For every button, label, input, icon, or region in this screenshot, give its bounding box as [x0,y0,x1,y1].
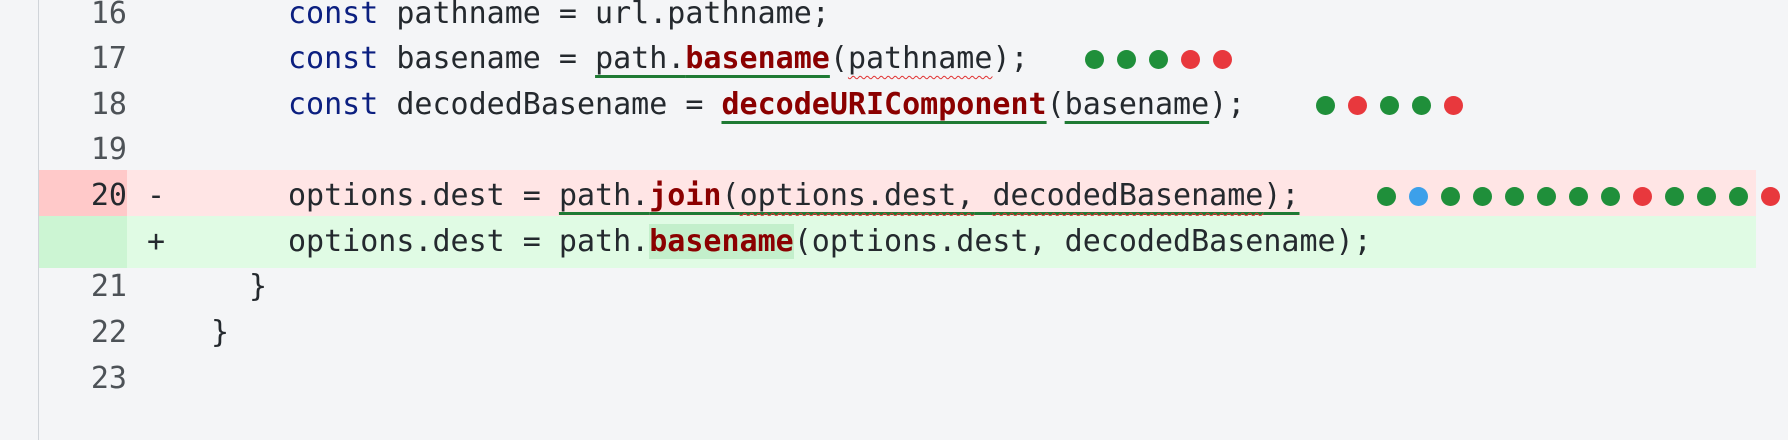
line-number: 23 [90,361,127,396]
good-status-dot[interactable] [1569,186,1588,206]
code-text: } [249,269,268,304]
code-text: options.dest = path.join(options.dest, d… [288,178,1300,213]
good-status-dot[interactable] [1085,49,1104,69]
good-status-dot[interactable] [1149,49,1168,69]
code-line-19: 19 [39,124,1756,176]
good-status-dot[interactable] [1117,49,1136,69]
diff-minus-marker: - [146,178,166,213]
good-status-dot[interactable] [1380,95,1399,115]
code-line-21: 21 } [39,261,1756,313]
diff-code-viewer: 16 const pathname = url.pathname; 17 con… [0,0,1788,440]
good-status-dot[interactable] [1697,186,1716,206]
good-status-dot[interactable] [1665,186,1684,206]
bad-status-dot[interactable] [1181,49,1200,69]
bad-status-dot[interactable] [1213,49,1232,69]
good-status-dot[interactable] [1537,186,1556,206]
good-status-dot[interactable] [1412,95,1431,115]
neutral-status-dot[interactable] [1409,186,1428,206]
line-number: 19 [90,132,127,167]
bad-status-dot[interactable] [1633,186,1652,206]
good-status-dot[interactable] [1505,186,1524,206]
good-status-dot[interactable] [1473,186,1492,206]
bad-status-dot[interactable] [1761,186,1780,206]
good-status-dot[interactable] [1601,186,1620,206]
line-number: 22 [90,315,127,350]
good-status-dot[interactable] [1316,95,1335,115]
code-line-22: 22 } [39,307,1756,359]
bad-status-dot[interactable] [1348,95,1367,115]
line-number: 20 [90,178,127,213]
deleted-line-20: 20 - options.dest = path.join(options.de… [39,170,1780,222]
bad-status-dot[interactable] [1444,95,1463,115]
code-line-17: 17 const basename = path.basename(pathna… [39,33,1756,85]
inline-annotation-dots[interactable] [1085,33,1232,85]
line-number: 17 [90,41,127,76]
line-number: 21 [90,269,127,304]
good-status-dot[interactable] [1441,186,1460,206]
inline-annotation-dots[interactable] [1377,170,1780,222]
good-status-dot[interactable] [1729,186,1748,206]
code-text: } [211,315,230,350]
code-text: const basename = path.basename(pathname)… [288,41,1029,76]
good-status-dot[interactable] [1377,186,1396,206]
code-line-23: 23 [39,353,1756,405]
